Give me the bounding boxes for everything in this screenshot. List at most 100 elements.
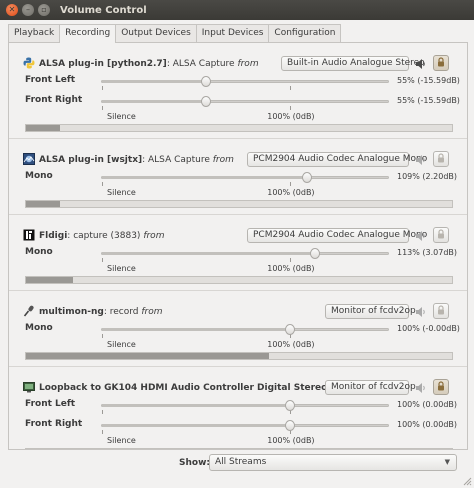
scale-mark-100: 100% (0dB): [267, 112, 315, 121]
volume-slider-fill: [102, 252, 315, 255]
volume-slider[interactable]: [101, 248, 389, 262]
minimize-window-button[interactable]: –: [22, 4, 34, 16]
fldigi-icon: [23, 229, 35, 241]
scale-tick: [102, 106, 103, 110]
scale-tick: [290, 86, 292, 90]
channel-volume-value: 100% (0.00dB): [397, 420, 458, 429]
volume-slider-knob[interactable]: [285, 324, 296, 335]
stream-row: Loopback to GK104 HDMI Audio Controller …: [9, 367, 467, 449]
stream-name: ALSA plug-in [python2.7]: ALSA Capture f…: [39, 59, 259, 69]
window-titlebar: ✕ – ▫ Volume Control: [0, 0, 474, 20]
stream-app-name: Fldigi: [39, 231, 68, 241]
microphone-icon: [23, 305, 35, 317]
scale-mark-silence: Silence: [107, 340, 136, 349]
stream-app-name: ALSA plug-in [wsjtx]: [39, 155, 143, 165]
maximize-window-button[interactable]: ▫: [38, 4, 50, 16]
speaker-mute-icon[interactable]: [415, 58, 427, 70]
tab-playback[interactable]: Playback: [8, 24, 61, 42]
volume-slider-knob[interactable]: [302, 172, 313, 183]
speaker-mute-icon[interactable]: [415, 382, 427, 394]
volume-slider-knob[interactable]: [285, 420, 296, 431]
volume-slider-fill: [102, 176, 308, 179]
scale-tick: [290, 182, 292, 186]
device-select-button[interactable]: Monitor of fcdv2op: [325, 380, 416, 395]
show-streams-select[interactable]: All Streams ▼: [209, 454, 457, 471]
lock-channels-button[interactable]: [433, 303, 449, 319]
show-label: Show:: [179, 458, 210, 468]
channel-volume-value: 55% (-15.59dB): [397, 96, 460, 105]
tab-configuration[interactable]: Configuration: [268, 24, 342, 42]
level-meter: [25, 124, 453, 132]
scale-mark-100: 100% (0dB): [267, 264, 315, 273]
lock-icon: [436, 56, 446, 70]
scale-tick: [102, 334, 103, 338]
scale-mark-100: 100% (0dB): [267, 188, 315, 197]
scale-tick: [102, 430, 103, 434]
speaker-mute-icon[interactable]: [415, 154, 427, 166]
level-meter: [25, 448, 453, 449]
level-meter-fill: [26, 353, 269, 359]
level-meter: [25, 276, 453, 284]
volume-slider[interactable]: [101, 172, 389, 186]
scale-tick: [102, 410, 103, 414]
lock-channels-button[interactable]: [433, 379, 449, 395]
channel-label: Front Left: [25, 399, 76, 409]
resize-grip-icon[interactable]: [462, 476, 472, 486]
wsjtx-icon: [23, 153, 35, 165]
window-title: Volume Control: [60, 4, 147, 16]
channel-label: Front Left: [25, 75, 76, 85]
channel-label: Front Right: [25, 95, 83, 105]
tab-recording[interactable]: Recording: [59, 24, 117, 43]
scale-tick: [290, 258, 292, 262]
tab-output-devices[interactable]: Output Devices: [115, 24, 197, 42]
stream-from-text: from: [234, 59, 259, 69]
volume-slider-knob[interactable]: [285, 400, 296, 411]
stream-from-text: from: [140, 231, 165, 241]
stream-detail: ALSA Capture: [172, 59, 235, 69]
loopback-icon: [23, 381, 35, 393]
lock-channels-button[interactable]: [433, 151, 449, 167]
lock-icon: [436, 228, 446, 242]
channel-volume-value: 100% (-0.00dB): [397, 324, 460, 333]
stream-row: ALSA plug-in [wsjtx]: ALSA Capture from P…: [9, 139, 467, 215]
stream-from-text: from: [138, 307, 163, 317]
volume-slider[interactable]: [101, 96, 389, 110]
volume-slider-fill: [102, 424, 291, 427]
scale-tick: [102, 182, 103, 186]
speaker-mute-icon[interactable]: [415, 306, 427, 318]
tab-bar: Playback Recording Output Devices Input …: [8, 24, 342, 43]
channel-label: Mono: [25, 171, 53, 181]
lock-channels-button[interactable]: [433, 55, 449, 71]
stream-row: Fldigi: capture (3883) from PCM2904 Audio…: [9, 215, 467, 291]
device-select-button[interactable]: PCM2904 Audio Codec Analogue Mono: [247, 152, 427, 167]
stream-detail: ALSA Capture: [148, 155, 210, 165]
close-window-button[interactable]: ✕: [6, 4, 18, 16]
stream-app-name: ALSA plug-in [python2.7]: [39, 59, 167, 69]
show-select-value: All Streams: [215, 457, 267, 467]
device-select-button[interactable]: PCM2904 Audio Codec Analogue Mono: [247, 228, 427, 243]
level-meter-fill: [26, 125, 61, 131]
device-select-button[interactable]: Built-in Audio Analogue Stereo: [281, 56, 425, 71]
tab-input-devices[interactable]: Input Devices: [195, 24, 270, 42]
speaker-mute-icon[interactable]: [415, 230, 427, 242]
channel-volume-value: 100% (0.00dB): [397, 400, 458, 409]
volume-slider[interactable]: [101, 400, 389, 414]
maximize-icon: ▫: [41, 5, 47, 14]
volume-slider-knob[interactable]: [309, 248, 320, 259]
volume-slider[interactable]: [101, 324, 389, 338]
volume-slider-fill: [102, 328, 291, 331]
device-select-button[interactable]: Monitor of fcdv2op: [325, 304, 416, 319]
scale-tick: [102, 86, 103, 90]
volume-slider-knob[interactable]: [200, 76, 211, 87]
lock-channels-button[interactable]: [433, 227, 449, 243]
volume-slider[interactable]: [101, 420, 389, 434]
scale-mark-100: 100% (0dB): [267, 436, 315, 445]
volume-slider-fill: [102, 404, 291, 407]
scale-tick: [290, 106, 292, 110]
volume-slider[interactable]: [101, 76, 389, 90]
volume-slider-knob[interactable]: [200, 96, 211, 107]
volume-slider-fill: [102, 80, 206, 83]
level-meter: [25, 200, 453, 208]
scale-mark-silence: Silence: [107, 436, 136, 445]
minimize-icon: –: [26, 5, 30, 14]
